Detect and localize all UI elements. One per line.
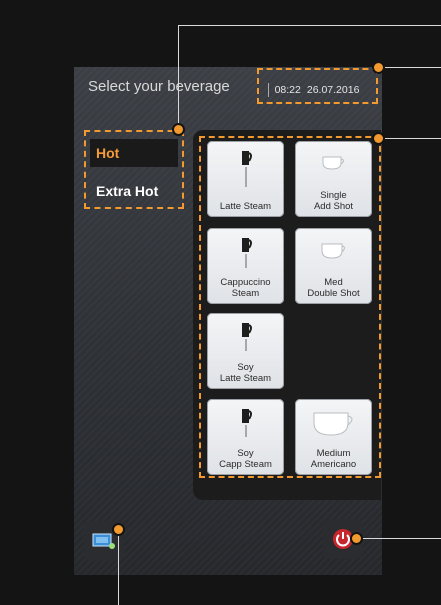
callout-dot — [174, 125, 183, 134]
callout-dot — [374, 134, 383, 143]
beverage-grid-callout — [199, 136, 381, 478]
callout-line — [178, 25, 179, 129]
screen-settings-icon — [92, 533, 115, 549]
power-icon — [333, 529, 353, 549]
callout-line — [178, 25, 441, 26]
clock-callout — [257, 68, 378, 104]
callout-dot — [374, 63, 383, 72]
callout-line — [118, 535, 119, 605]
callout-line — [378, 138, 441, 139]
page-title: Select your beverage — [88, 78, 230, 95]
category-callout — [84, 130, 184, 209]
callout-dot — [114, 525, 123, 534]
callout-dot — [352, 534, 361, 543]
callout-line — [356, 538, 441, 539]
callout-line — [378, 67, 441, 68]
